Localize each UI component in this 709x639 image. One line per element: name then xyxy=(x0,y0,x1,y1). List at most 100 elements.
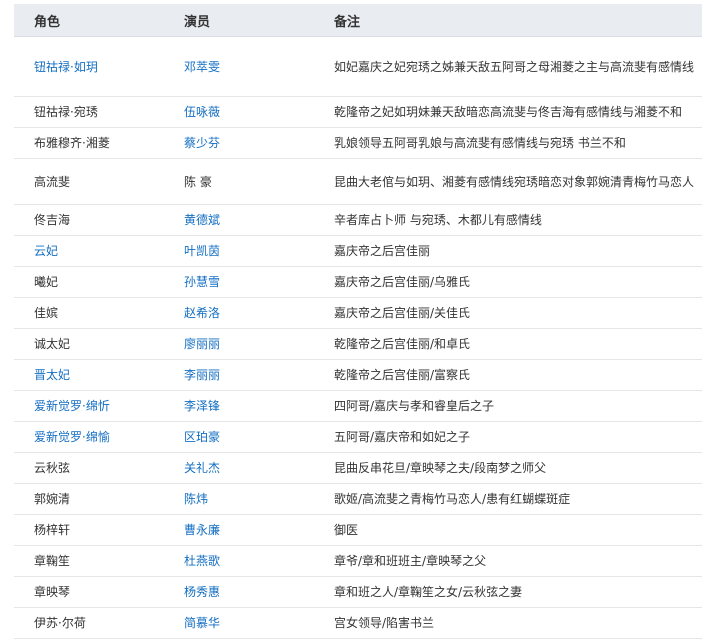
note-cell: 章和班之人/章鞠笙之女/云秋弦之妻 xyxy=(314,576,702,608)
role-name: 佟吉海 xyxy=(34,213,71,227)
actor-cell: 叶凯茵 xyxy=(164,235,314,267)
note-text: 嘉庆帝之后宫佳丽/乌雅氏 xyxy=(334,275,471,289)
actor-link[interactable]: 伍咏薇 xyxy=(184,105,220,119)
note-cell: 昆曲大老倌与如玥、湘菱有感情线宛琇暗恋对象郭婉清青梅竹马恋人 xyxy=(314,158,702,205)
role-name: 杨梓轩 xyxy=(34,523,71,537)
role-cell: 章映琴 xyxy=(14,576,164,608)
role-cell: 布雅穆齐·湘菱 xyxy=(14,127,164,159)
actor-cell: 黄德斌 xyxy=(164,204,314,236)
table-header: 角色 演员 备注 xyxy=(14,4,702,37)
role-name: 高流斐 xyxy=(34,174,71,189)
role-cell: 爱新觉罗·绵愉 xyxy=(14,421,164,453)
actor-link[interactable]: 赵希洛 xyxy=(184,306,220,320)
actor-link[interactable]: 曹永廉 xyxy=(184,523,220,537)
role-cell: 郭婉清 xyxy=(14,483,164,515)
note-text: 御医 xyxy=(334,523,359,537)
note-text: 章和班之人/章鞠笙之女/云秋弦之妻 xyxy=(334,585,523,599)
note-cell: 嘉庆帝之后宫佳丽/乌雅氏 xyxy=(314,266,702,298)
role-cell: 伊苏·尔荷 xyxy=(14,607,164,639)
role-name: 曦妃 xyxy=(34,275,59,289)
note-text: 章爷/章和班班主/章映琴之父 xyxy=(334,554,487,568)
role-name: 云秋弦 xyxy=(34,461,71,475)
role-link[interactable]: 爱新觉罗·绵忻 xyxy=(34,399,110,413)
note-text: 辛者库占卜师 与宛琇、木都儿有感情线 xyxy=(334,213,542,227)
role-name: 佳嫔 xyxy=(34,306,59,320)
role-cell: 章鞠笙 xyxy=(14,545,164,577)
actor-cell: 李泽锋 xyxy=(164,390,314,422)
table-row: 佳嫔 赵希洛 嘉庆帝之后宫佳丽/关佳氏 xyxy=(14,297,702,329)
table-row: 晋太妃 李丽丽 乾隆帝之后宫佳丽/富察氏 xyxy=(14,359,702,391)
role-cell: 云妃 xyxy=(14,235,164,267)
table-row: 诚太妃 廖丽丽 乾隆帝之后宫佳丽/和卓氏 xyxy=(14,328,702,360)
header-role: 角色 xyxy=(14,4,164,37)
actor-link[interactable]: 杜燕歌 xyxy=(184,554,220,568)
actor-link[interactable]: 孙慧雪 xyxy=(184,275,220,289)
table-row: 杨梓轩 曹永廉 御医 xyxy=(14,514,702,546)
note-cell: 乾隆帝之后宫佳丽/和卓氏 xyxy=(314,328,702,360)
table-row: 郭婉清 陈炜 歌姬/高流斐之青梅竹马恋人/患有红蝴蝶斑症 xyxy=(14,483,702,515)
actor-link[interactable]: 李泽锋 xyxy=(184,399,220,413)
role-cell: 杨梓轩 xyxy=(14,514,164,546)
table-row: 云妃 叶凯茵 嘉庆帝之后宫佳丽 xyxy=(14,235,702,267)
actor-link[interactable]: 简慕华 xyxy=(184,616,220,630)
note-text: 嘉庆帝之后宫佳丽 xyxy=(334,244,431,258)
actor-link[interactable]: 叶凯茵 xyxy=(184,244,220,258)
note-text: 四阿哥/嘉庆与孝和睿皇后之子 xyxy=(334,399,495,413)
actor-cell: 邓萃雯 xyxy=(164,36,314,97)
table-row: 爱新觉罗·绵忻 李泽锋 四阿哥/嘉庆与孝和睿皇后之子 xyxy=(14,390,702,422)
note-cell: 如妃嘉庆之妃宛琇之姊兼天敌五阿哥之母湘菱之主与高流斐有感情线 xyxy=(314,36,702,97)
actor-cell: 关礼杰 xyxy=(164,452,314,484)
actor-link[interactable]: 区珀豪 xyxy=(184,430,220,444)
note-text: 昆曲大老倌与如玥、湘菱有感情线宛琇暗恋对象郭婉清青梅竹马恋人 xyxy=(334,174,695,189)
note-text: 乾隆帝之后宫佳丽/和卓氏 xyxy=(334,337,471,351)
actor-cell: 陈 豪 xyxy=(164,158,314,205)
actor-cell: 杜燕歌 xyxy=(164,545,314,577)
note-cell: 五阿哥/嘉庆帝和如妃之子 xyxy=(314,421,702,453)
role-link[interactable]: 云妃 xyxy=(34,244,58,258)
actor-name: 陈 豪 xyxy=(184,174,212,189)
actor-link[interactable]: 邓萃雯 xyxy=(184,60,220,74)
note-text: 昆曲反串花旦/章映琴之夫/段南梦之师父 xyxy=(334,461,547,475)
actor-cell: 赵希洛 xyxy=(164,297,314,329)
table-row: 爱新觉罗·绵愉 区珀豪 五阿哥/嘉庆帝和如妃之子 xyxy=(14,421,702,453)
actor-cell: 廖丽丽 xyxy=(164,328,314,360)
note-cell: 乳娘领导五阿哥乳娘与高流斐有感情线与宛琇 书兰不和 xyxy=(314,127,702,159)
actor-link[interactable]: 蔡少芬 xyxy=(184,136,220,150)
role-name: 布雅穆齐·湘菱 xyxy=(34,136,110,150)
note-text: 宫女领导/陷害书兰 xyxy=(334,616,435,630)
actor-cell: 孙慧雪 xyxy=(164,266,314,298)
role-link[interactable]: 钮祜禄·如玥 xyxy=(34,60,98,74)
role-link[interactable]: 晋太妃 xyxy=(34,368,70,382)
actor-cell: 陈炜 xyxy=(164,483,314,515)
note-cell: 嘉庆帝之后宫佳丽 xyxy=(314,235,702,267)
role-name: 诚太妃 xyxy=(34,337,71,351)
note-cell: 昆曲反串花旦/章映琴之夫/段南梦之师父 xyxy=(314,452,702,484)
actor-link[interactable]: 廖丽丽 xyxy=(184,337,220,351)
note-cell: 章爷/章和班班主/章映琴之父 xyxy=(314,545,702,577)
actor-cell: 杨秀惠 xyxy=(164,576,314,608)
actor-link[interactable]: 陈炜 xyxy=(184,492,208,506)
role-cell: 佟吉海 xyxy=(14,204,164,236)
note-text: 乾隆帝之妃如玥妹兼天敌暗恋高流斐与佟吉海有感情线与湘菱不和 xyxy=(334,105,683,119)
header-actor: 演员 xyxy=(164,4,314,37)
table-row: 章鞠笙 杜燕歌 章爷/章和班班主/章映琴之父 xyxy=(14,545,702,577)
note-text: 如妃嘉庆之妃宛琇之姊兼天敌五阿哥之母湘菱之主与高流斐有感情线 xyxy=(334,59,695,74)
note-cell: 乾隆帝之后宫佳丽/富察氏 xyxy=(314,359,702,391)
actor-cell: 蔡少芬 xyxy=(164,127,314,159)
table-row: 曦妃 孙慧雪 嘉庆帝之后宫佳丽/乌雅氏 xyxy=(14,266,702,298)
role-name: 伊苏·尔荷 xyxy=(34,616,86,630)
cast-table: 角色 演员 备注 钮祜禄·如玥 邓萃雯 如妃嘉庆之妃宛琇之姊兼天敌五阿哥之母湘菱之主… xyxy=(14,4,702,639)
actor-link[interactable]: 关礼杰 xyxy=(184,461,220,475)
role-name: 郭婉清 xyxy=(34,492,71,506)
table-body: 钮祜禄·如玥 邓萃雯 如妃嘉庆之妃宛琇之姊兼天敌五阿哥之母湘菱之主与高流斐有感情线钮… xyxy=(14,36,702,639)
actor-link[interactable]: 黄德斌 xyxy=(184,213,220,227)
role-cell: 钮祜禄·如玥 xyxy=(14,36,164,97)
actor-link[interactable]: 李丽丽 xyxy=(184,368,220,382)
note-cell: 御医 xyxy=(314,514,702,546)
role-link[interactable]: 爱新觉罗·绵愉 xyxy=(34,430,110,444)
note-cell: 四阿哥/嘉庆与孝和睿皇后之子 xyxy=(314,390,702,422)
role-name: 钮祜禄·宛琇 xyxy=(34,105,98,119)
actor-link[interactable]: 杨秀惠 xyxy=(184,585,220,599)
header-row: 角色 演员 备注 xyxy=(14,4,702,37)
actor-cell: 简慕华 xyxy=(164,607,314,639)
